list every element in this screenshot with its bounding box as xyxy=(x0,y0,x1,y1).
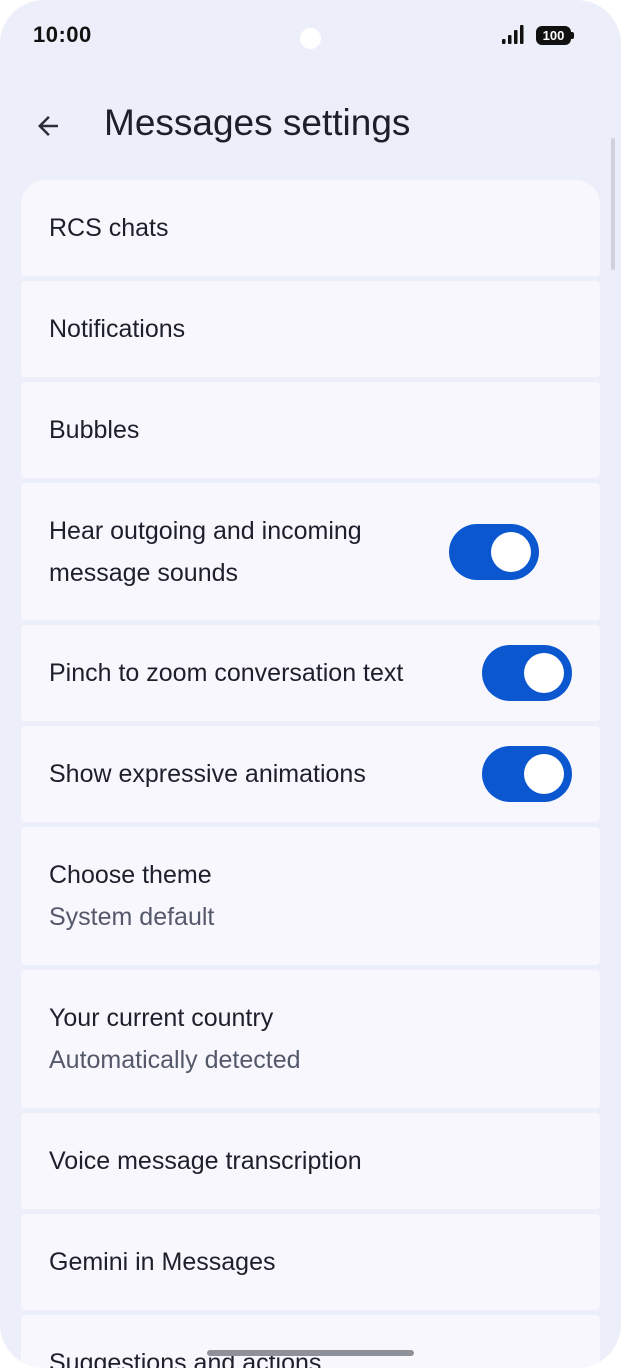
setting-text: Choose theme System default xyxy=(49,854,572,938)
setting-text: Pinch to zoom conversation text xyxy=(49,652,462,694)
toggle-knob xyxy=(524,754,564,794)
setting-voice-transcription[interactable]: Voice message transcription xyxy=(21,1113,600,1209)
setting-current-country[interactable]: Your current country Automatically detec… xyxy=(21,970,600,1108)
setting-label: Choose theme xyxy=(49,861,212,889)
setting-choose-theme[interactable]: Choose theme System default xyxy=(21,827,600,965)
setting-text: Hear outgoing and incoming message sound… xyxy=(49,510,429,594)
setting-value: Automatically detected xyxy=(49,1046,301,1074)
hear-sounds-toggle[interactable] xyxy=(449,523,539,580)
setting-label: Show expressive animations xyxy=(49,760,366,788)
toggle-knob xyxy=(491,531,531,572)
setting-bubbles[interactable]: Bubbles xyxy=(21,382,600,478)
setting-label: Pinch to zoom conversation text xyxy=(49,659,404,687)
battery-nub xyxy=(571,32,574,39)
status-bar: 10:00 100 xyxy=(0,0,621,72)
battery-icon: 100 xyxy=(536,26,574,45)
signal-icon xyxy=(502,25,524,44)
setting-text: RCS chats xyxy=(49,207,572,249)
setting-label: Gemini in Messages xyxy=(49,1248,276,1276)
setting-rcs-chats[interactable]: RCS chats xyxy=(21,180,600,276)
setting-label: Hear outgoing and incoming message sound… xyxy=(49,516,362,587)
setting-text: Gemini in Messages xyxy=(49,1241,572,1283)
gesture-handle[interactable] xyxy=(207,1350,414,1356)
top-app-bar: Messages settings xyxy=(0,90,621,160)
setting-text: Your current country Automatically detec… xyxy=(49,997,572,1081)
toggle-knob xyxy=(524,653,564,693)
setting-value: System default xyxy=(49,903,215,931)
setting-text: Voice message transcription xyxy=(49,1140,572,1182)
back-button[interactable] xyxy=(22,100,74,152)
setting-notifications[interactable]: Notifications xyxy=(21,281,600,377)
page-title: Messages settings xyxy=(104,102,411,143)
setting-label: Bubbles xyxy=(49,416,140,444)
setting-label: Your current country xyxy=(49,1004,274,1032)
setting-gemini[interactable]: Gemini in Messages xyxy=(21,1214,600,1310)
settings-list: RCS chats Notifications Bubbles Hear out… xyxy=(21,180,600,1368)
battery-level: 100 xyxy=(536,26,571,45)
setting-expressive-animations[interactable]: Show expressive animations xyxy=(21,726,600,822)
setting-text: Bubbles xyxy=(49,409,572,451)
screen: 10:00 100 Messages settings RCS chats No… xyxy=(0,0,621,1368)
setting-text: Notifications xyxy=(49,308,572,350)
expressive-animations-toggle[interactable] xyxy=(482,746,572,802)
setting-hear-sounds[interactable]: Hear outgoing and incoming message sound… xyxy=(21,483,600,620)
setting-suggestions[interactable]: Suggestions and actions xyxy=(21,1315,600,1368)
setting-pinch-zoom[interactable]: Pinch to zoom conversation text xyxy=(21,625,600,721)
setting-label: RCS chats xyxy=(49,214,169,242)
setting-text: Show expressive animations xyxy=(49,753,462,795)
setting-label: Notifications xyxy=(49,315,186,343)
arrow-back-icon xyxy=(38,116,58,136)
pinch-zoom-toggle[interactable] xyxy=(482,645,572,701)
camera-cutout xyxy=(300,28,321,49)
scrollbar[interactable] xyxy=(611,138,615,270)
status-time: 10:00 xyxy=(33,22,92,47)
setting-label: Voice message transcription xyxy=(49,1147,362,1175)
